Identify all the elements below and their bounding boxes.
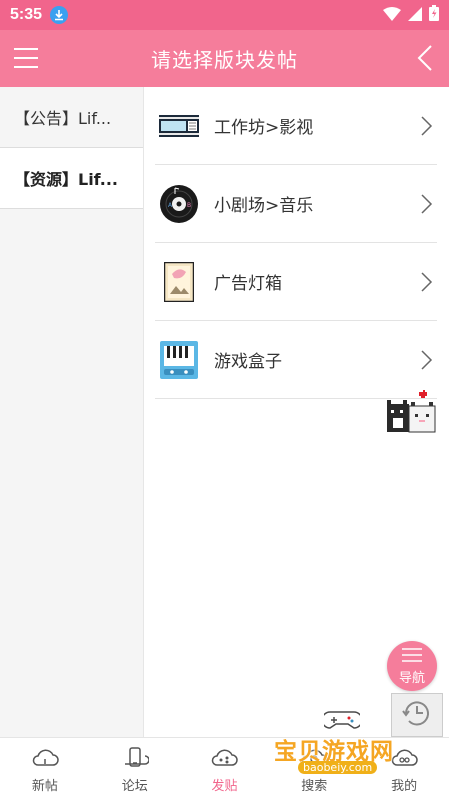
cloud-icon <box>31 747 59 773</box>
board-row-film[interactable]: 工作坊>影视 <box>155 87 437 165</box>
board-row-ad[interactable]: 广告灯箱 <box>155 243 437 321</box>
download-icon <box>50 6 69 24</box>
chevron-right-icon <box>421 193 433 215</box>
page-title: 请选择版块发帖 <box>151 48 298 72</box>
menu-icon[interactable] <box>14 46 38 70</box>
tab-post[interactable]: 发贴 <box>180 738 270 798</box>
status-time: 5:35 <box>10 6 43 23</box>
board-label: 小剧场>音乐 <box>214 196 314 216</box>
pixel-cats-icon <box>383 388 439 438</box>
site-watermark: 宝贝游戏网 baobeiy.com <box>272 706 422 790</box>
back-chevron-icon[interactable] <box>415 44 435 72</box>
watermark-url: baobeiy.com <box>298 761 378 774</box>
tab-forum[interactable]: 论坛 <box>90 738 180 798</box>
board-row-music[interactable]: A B 小剧场>音乐 <box>155 165 437 243</box>
tab-label: 论坛 <box>121 779 148 794</box>
board-label: 工作坊>影视 <box>214 118 314 138</box>
sidebar-item-resources[interactable]: 【资源】Lif... <box>0 148 143 209</box>
music-disc-icon: A B <box>159 184 199 224</box>
phone-cloud-icon <box>121 747 150 773</box>
fab-label: 导航 <box>398 670 425 686</box>
cloud-share-icon <box>210 747 239 773</box>
list-menu-icon <box>402 647 422 666</box>
tab-label: 新帖 <box>31 779 58 794</box>
status-bar: 5:35 <box>0 0 449 30</box>
chevron-right-icon <box>421 271 433 293</box>
forum-category-sidebar: 【公告】Lif... 【资源】Lif... <box>0 87 144 737</box>
signal-icon <box>408 6 422 25</box>
tab-label: 发贴 <box>211 779 238 794</box>
sidebar-item-announcement[interactable]: 【公告】Lif... <box>0 87 143 148</box>
piano-box-icon <box>159 340 199 380</box>
chevron-right-icon <box>421 115 433 137</box>
tab-new-posts[interactable]: 新帖 <box>0 738 90 798</box>
svg-text:B: B <box>187 202 191 209</box>
navigation-fab-button[interactable]: 导航 <box>387 641 437 691</box>
board-label: 游戏盒子 <box>214 352 282 372</box>
board-label: 广告灯箱 <box>214 274 282 294</box>
poster-frame-icon <box>159 261 199 302</box>
chevron-right-icon <box>421 349 433 371</box>
wifi-icon <box>383 6 401 25</box>
page-header: 请选择版块发帖 <box>0 30 449 87</box>
battery-icon <box>429 5 439 25</box>
film-strip-icon <box>159 106 199 146</box>
